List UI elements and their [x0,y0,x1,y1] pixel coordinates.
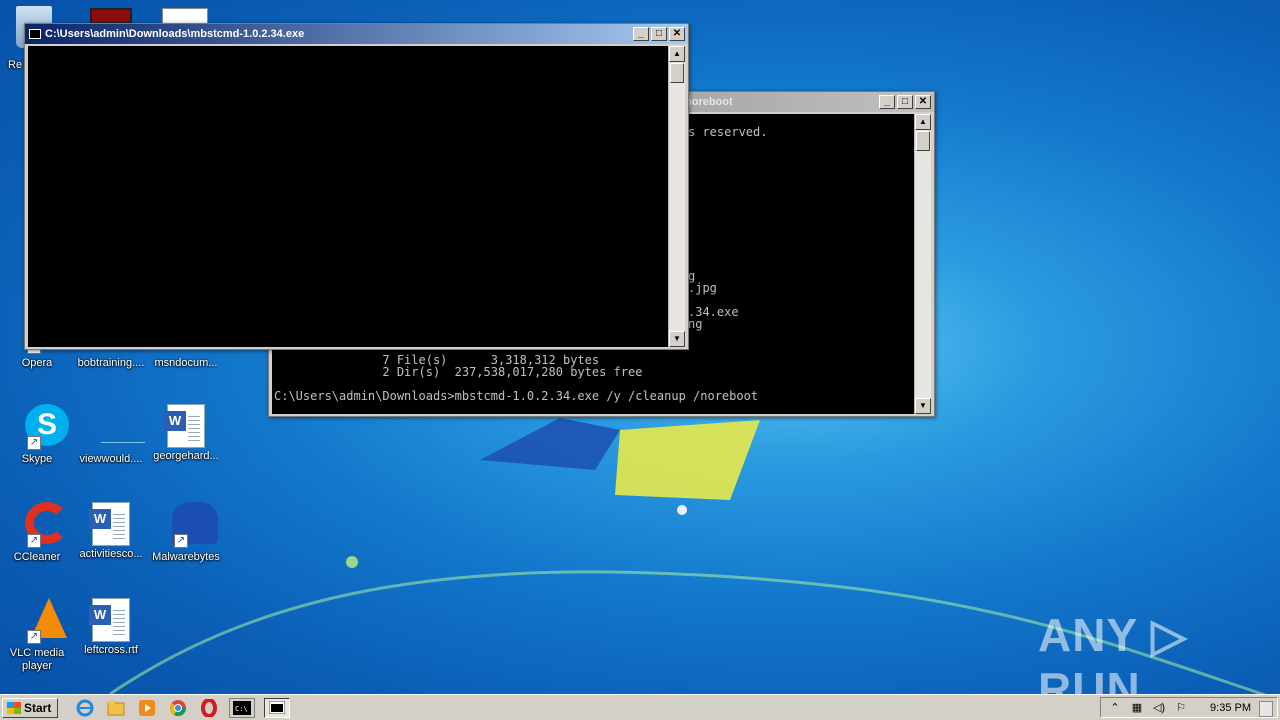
network-icon[interactable]: ▦ [1129,701,1145,715]
desktop-icon-label: bobtraining.... [77,357,145,369]
shortcut-arrow-icon: ↗ [27,630,41,644]
system-tray: ⌃ ▦ ◁) ⚐ 9:35 PM [1100,697,1278,718]
console-text: s reserved. g .jpg .34.exe ng [688,125,768,331]
start-button[interactable]: Start [2,697,59,718]
desktop-icon-label: activitiesco... [79,548,143,560]
desktop-icon-label: Malwarebytes [152,551,220,563]
ccleaner-icon: ↗ [13,500,69,548]
desktop: Re ↗ Opera S↗ Skype ↗ CCleaner ↗ VLC med… [0,0,1280,694]
windows-logo-icon [7,701,21,714]
scroll-down-button[interactable]: ▼ [915,398,931,414]
cmd-window-taskbar-button[interactable] [264,697,291,718]
desktop-icon-label: CCleaner [13,551,61,563]
minimize-button[interactable]: _ [879,95,895,109]
maximize-button[interactable]: □ [651,27,667,41]
minimize-button[interactable]: _ [633,27,649,41]
scroll-up-button[interactable]: ▲ [669,46,685,62]
desktop-icon-vlc[interactable]: ↗ VLC media player [0,596,74,673]
word-document-icon: W [89,502,130,546]
close-button[interactable]: ✕ [915,95,931,109]
console-icon [29,29,41,39]
close-button[interactable]: ✕ [669,27,685,41]
shortcut-arrow-icon: ↗ [174,534,188,548]
svg-text:C:\: C:\ [235,705,248,713]
malwarebytes-icon: ↗ [162,500,218,548]
console-scrollbar[interactable]: ▲ ▼ [668,46,685,347]
desktop-icon-partial[interactable] [162,8,208,24]
internet-explorer-icon[interactable] [74,698,96,718]
start-label: Start [24,700,52,715]
watermark: ANY ▷ RUN [1038,609,1188,694]
file-icon [87,402,145,450]
clock[interactable]: 9:35 PM [1210,702,1251,714]
word-document-icon: W [89,598,130,642]
maximize-button[interactable]: □ [897,95,913,109]
desktop-icon-label: Skype [21,453,53,465]
desktop-icon-label: VLC media player [9,647,65,672]
word-document-icon: W [164,404,205,448]
desktop-icon-label: leftcross.rtf [84,644,138,656]
desktop-icon-label: viewwould.... [79,453,143,465]
show-desktop-button[interactable] [1259,701,1273,717]
scroll-up-button[interactable]: ▲ [915,114,931,130]
window-titlebar[interactable]: C:\Users\admin\Downloads\mbstcmd-1.0.2.3… [25,24,688,44]
flag-icon[interactable]: ⚐ [1173,701,1189,715]
volume-icon[interactable]: ◁) [1151,701,1167,715]
desktop-icon-partial[interactable] [90,8,132,24]
file-explorer-icon[interactable] [105,698,127,718]
media-player-icon[interactable] [136,698,158,718]
cmd-taskbar-icon[interactable]: C:\ [229,697,256,718]
window-title: C:\Users\admin\Downloads\mbstcmd-1.0.2.3… [45,28,305,40]
taskbar: Start C:\ ⌃ ▦ ◁) ⚐ 9:35 PM [0,694,1280,720]
console-text: 7 File(s) 3,318,312 bytes 2 Dir(s) 237,5… [274,353,759,403]
up-arrow-icon[interactable]: ⌃ [1107,701,1123,715]
desktop-icon-ccleaner[interactable]: ↗ CCleaner [0,500,74,564]
scroll-down-button[interactable]: ▼ [669,331,685,347]
opera-taskbar-icon[interactable] [198,698,220,718]
shortcut-arrow-icon: ↗ [27,436,41,450]
console-window-front[interactable]: C:\Users\admin\Downloads\mbstcmd-1.0.2.3… [24,23,689,350]
desktop-icon-activitiesco[interactable]: W activitiesco... [74,500,148,561]
desktop-icon-viewwould[interactable]: viewwould.... [74,402,148,466]
scroll-thumb[interactable] [916,131,930,151]
desktop-icon-leftcross[interactable]: W leftcross.rtf [74,596,148,657]
desktop-icon-label: Opera [21,357,53,369]
skype-icon: S ↗ [13,402,69,450]
desktop-icon-skype[interactable]: S ↗ Skype [0,402,74,466]
console-scrollbar[interactable]: ▲ ▼ [914,114,931,414]
scroll-thumb[interactable] [670,63,684,83]
desktop-icon-label: georgehard... [153,450,219,462]
chrome-icon[interactable] [167,698,189,718]
desktop-icon-malwarebytes[interactable]: ↗ Malwarebytes [149,500,223,564]
desktop-icon-georgehard[interactable]: W georgehard... [149,402,223,463]
shortcut-arrow-icon: ↗ [27,534,41,548]
desktop-icon-label: msndocum... [154,357,218,369]
desktop-icon-label: Re [8,59,23,71]
console-output[interactable] [28,46,669,347]
vlc-icon: ↗ [13,596,67,644]
